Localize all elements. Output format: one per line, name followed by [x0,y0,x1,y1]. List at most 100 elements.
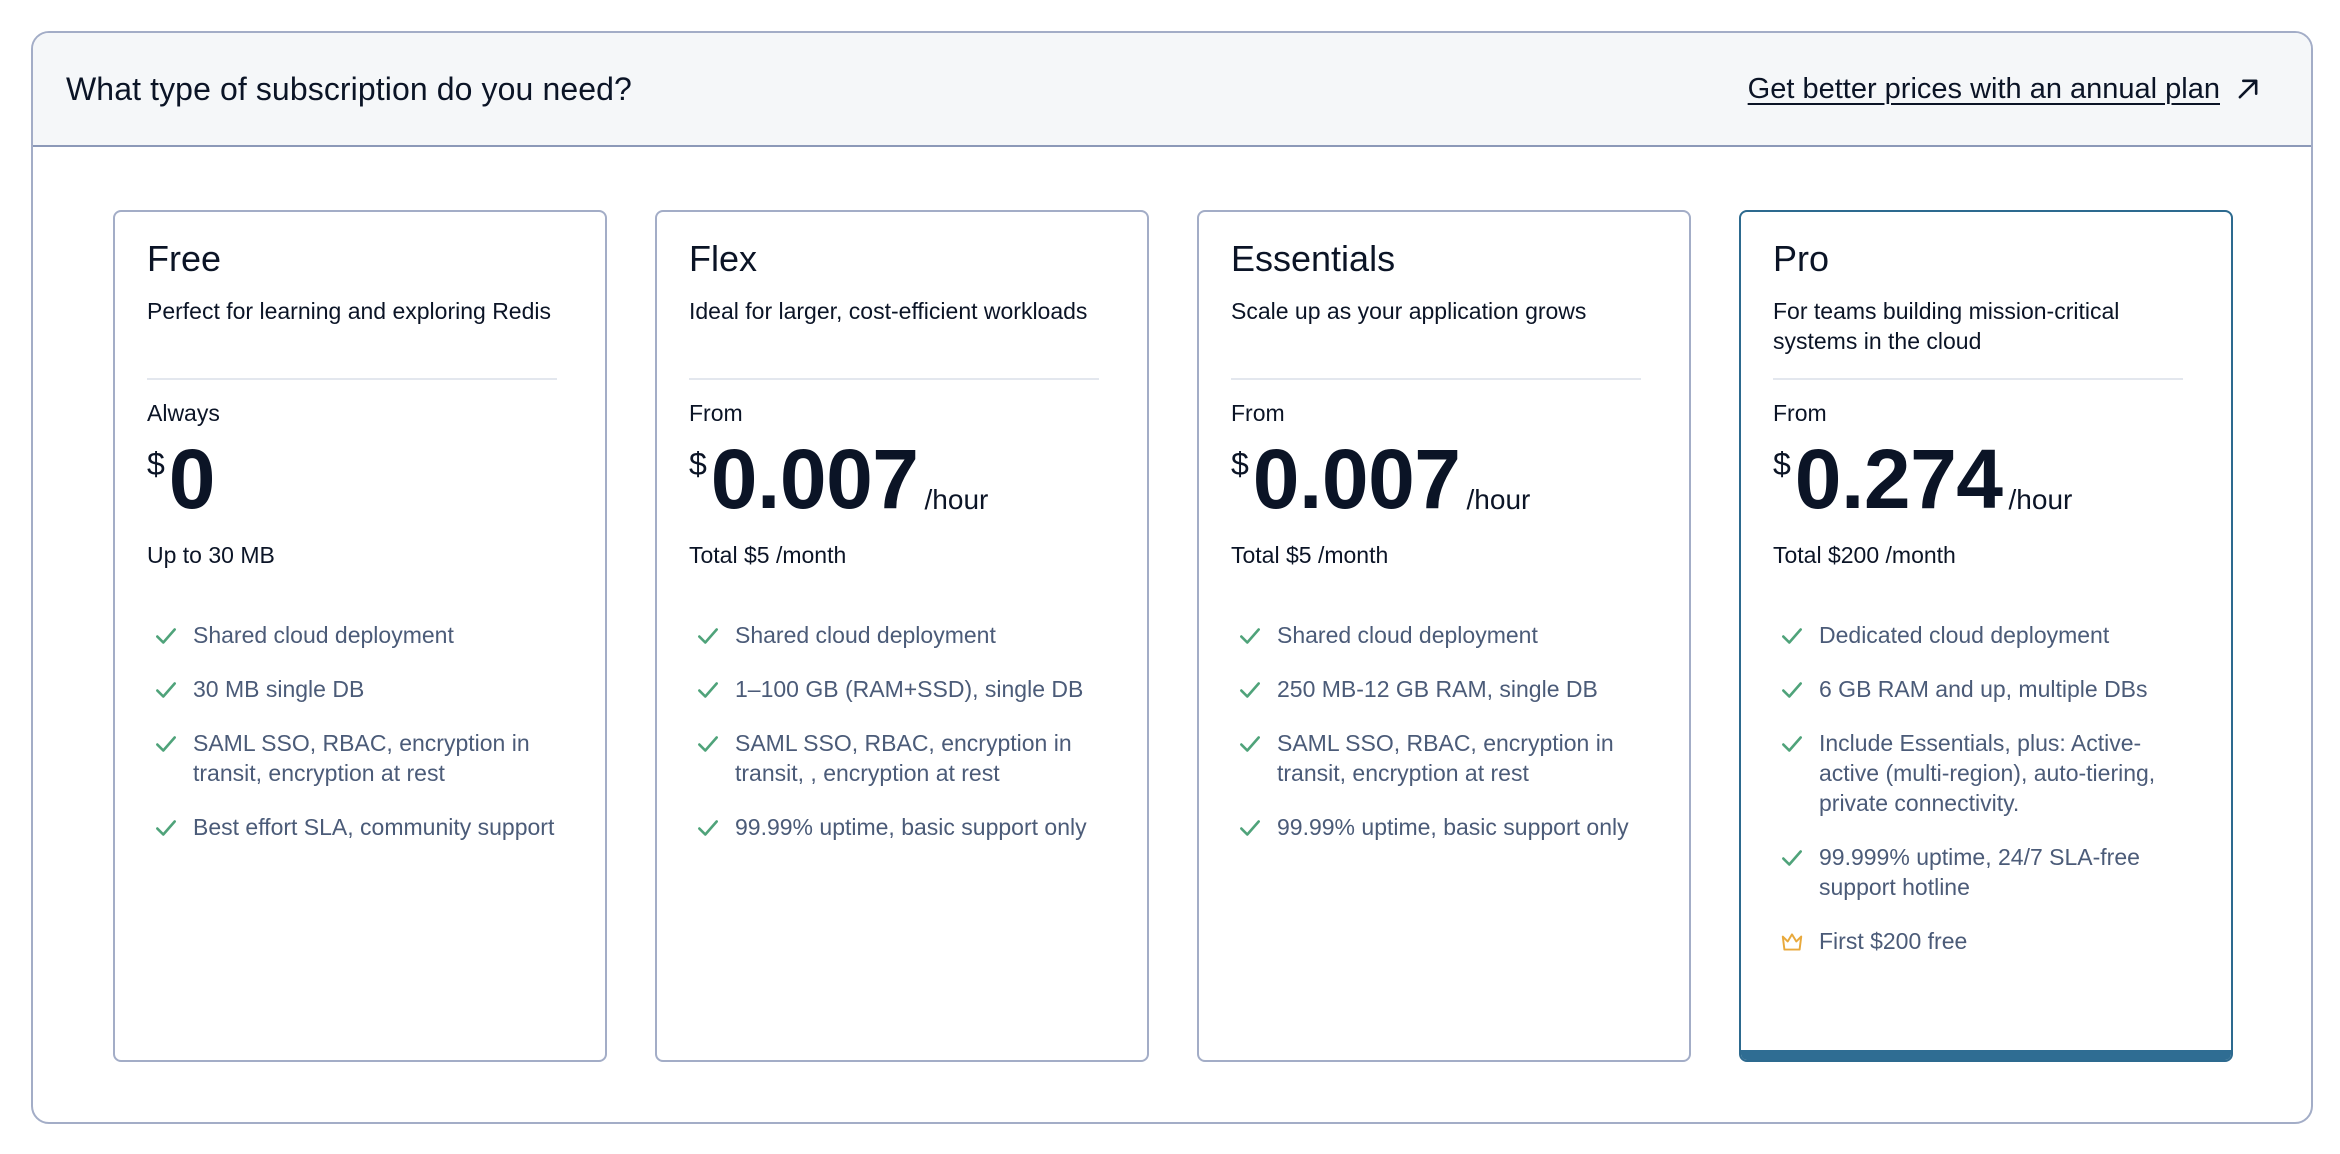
price-value: 0.007 [710,432,919,526]
feature-text: SAML SSO, RBAC, encryption in transit, e… [1277,730,1614,786]
plan-name: Essentials [1231,238,1396,279]
price-row: $ 0.007 /hour [1231,432,1641,526]
feature-item: Best effort SLA, community support [147,812,557,842]
feature-item: Shared cloud deployment [147,620,557,650]
feature-item: 99.999% uptime, 24/7 SLA-free support ho… [1773,842,2183,902]
price-total: Up to 30 MB [147,542,275,568]
check-icon [698,682,718,698]
divider [689,378,1099,380]
price-unit: /hour [2008,484,2073,515]
feature-text: 250 MB-12 GB RAM, single DB [1277,676,1598,702]
feature-list: Shared cloud deployment 250 MB-12 GB RAM… [1231,620,1641,842]
currency-symbol: $ [1231,446,1249,482]
price-total: Total $5 /month [1231,542,1389,568]
feature-list: Shared cloud deployment 1–100 GB (RAM+SS… [689,620,1099,842]
feature-text: Shared cloud deployment [1277,622,1538,648]
price-label: From [1773,400,1827,426]
check-icon [156,736,176,752]
feature-item: 30 MB single DB [147,674,557,704]
feature-text: Best effort SLA, community support [193,814,555,840]
check-icon [1782,736,1802,752]
divider [1231,378,1641,380]
currency-symbol: $ [1773,446,1791,482]
plan-card-flex[interactable]: Flex Ideal for larger, cost-efficient wo… [655,210,1149,1062]
feature-text: 30 MB single DB [193,676,365,702]
check-icon [156,682,176,698]
price-value: 0.274 [1794,432,2003,526]
feature-item: First $200 free [1773,926,2183,956]
feature-text: 6 GB RAM and up, multiple DBs [1819,676,2148,702]
feature-item: 99.99% uptime, basic support only [1231,812,1641,842]
feature-item: SAML SSO, RBAC, encryption in transit, e… [147,728,557,788]
crown-icon [1781,933,1803,951]
price-value: 0 [168,432,216,526]
check-icon [1240,820,1260,836]
check-icon [1240,682,1260,698]
plan-description: For teams building mission-critical syst… [1773,298,2120,354]
feature-list: Dedicated cloud deployment 6 GB RAM and … [1773,620,2183,956]
annual-plan-link-label[interactable]: Get better prices with an annual plan [1748,73,2220,106]
price-label: From [689,400,743,426]
feature-item: Shared cloud deployment [689,620,1099,650]
plan-card-pro[interactable]: Pro For teams building mission-critical … [1739,210,2233,1062]
plan-description: Perfect for learning and exploring Redis [147,298,552,324]
price-unit: /hour [924,484,989,515]
check-icon [156,820,176,836]
plan-name: Free [147,238,222,279]
feature-item: 250 MB-12 GB RAM, single DB [1231,674,1641,704]
price-unit: /hour [1466,484,1531,515]
feature-text: Shared cloud deployment [193,622,454,648]
feature-text: 1–100 GB (RAM+SSD), single DB [735,676,1084,702]
price-row: $ 0 [147,432,557,526]
price-value: 0.007 [1252,432,1461,526]
panel-header: What type of subscription do you need? G… [33,33,2311,147]
currency-symbol: $ [689,446,707,482]
feature-item: SAML SSO, RBAC, encryption in transit, e… [1231,728,1641,788]
plan-name: Flex [689,238,758,279]
feature-text: Dedicated cloud deployment [1819,622,2110,648]
feature-text: SAML SSO, RBAC, encryption in transit, e… [193,730,530,786]
feature-text: 99.999% uptime, 24/7 SLA-free support ho… [1819,844,2140,900]
feature-text: First $200 free [1819,928,1968,954]
price-label: From [1231,400,1285,426]
check-icon [698,628,718,644]
check-icon [698,820,718,836]
price-row: $ 0.007 /hour [689,432,1099,526]
feature-text: 99.99% uptime, basic support only [735,814,1087,840]
plan-name: Pro [1773,238,1830,279]
subscription-panel: What type of subscription do you need? G… [31,31,2313,1124]
check-icon [156,628,176,644]
check-icon [1240,628,1260,644]
price-label: Always [147,400,220,426]
plan-card-essentials[interactable]: Essentials Scale up as your application … [1197,210,1691,1062]
feature-item: SAML SSO, RBAC, encryption in transit, ,… [689,728,1099,788]
check-icon [1240,736,1260,752]
arrow-up-right-icon[interactable] [2234,75,2262,103]
feature-text: 99.99% uptime, basic support only [1277,814,1629,840]
check-icon [1782,628,1802,644]
plan-description: Scale up as your application grows [1231,298,1587,324]
plan-description: Ideal for larger, cost-efficient workloa… [689,298,1088,324]
divider [1773,378,2183,380]
feature-item: Include Essentials, plus: Active-active … [1773,728,2183,818]
feature-list: Shared cloud deployment 30 MB single DB … [147,620,557,842]
currency-symbol: $ [147,446,165,482]
plan-cards: Free Perfect for learning and exploring … [113,210,2233,1062]
feature-item: 1–100 GB (RAM+SSD), single DB [689,674,1099,704]
plan-card-free[interactable]: Free Perfect for learning and exploring … [113,210,607,1062]
feature-text: SAML SSO, RBAC, encryption in transit, ,… [735,730,1072,786]
check-icon [1782,850,1802,866]
feature-item: 99.99% uptime, basic support only [689,812,1099,842]
feature-text: Shared cloud deployment [735,622,996,648]
feature-text: Include Essentials, plus: Active-active … [1819,730,2156,816]
feature-item: 6 GB RAM and up, multiple DBs [1773,674,2183,704]
price-row: $ 0.274 /hour [1773,432,2183,526]
check-icon [698,736,718,752]
feature-item: Dedicated cloud deployment [1773,620,2183,650]
page-title: What type of subscription do you need? [66,70,632,107]
price-total: Total $200 /month [1773,542,1956,568]
check-icon [1782,682,1802,698]
annual-plan-link[interactable]: Get better prices with an annual plan [1748,73,2262,106]
feature-item: Shared cloud deployment [1231,620,1641,650]
price-total: Total $5 /month [689,542,847,568]
